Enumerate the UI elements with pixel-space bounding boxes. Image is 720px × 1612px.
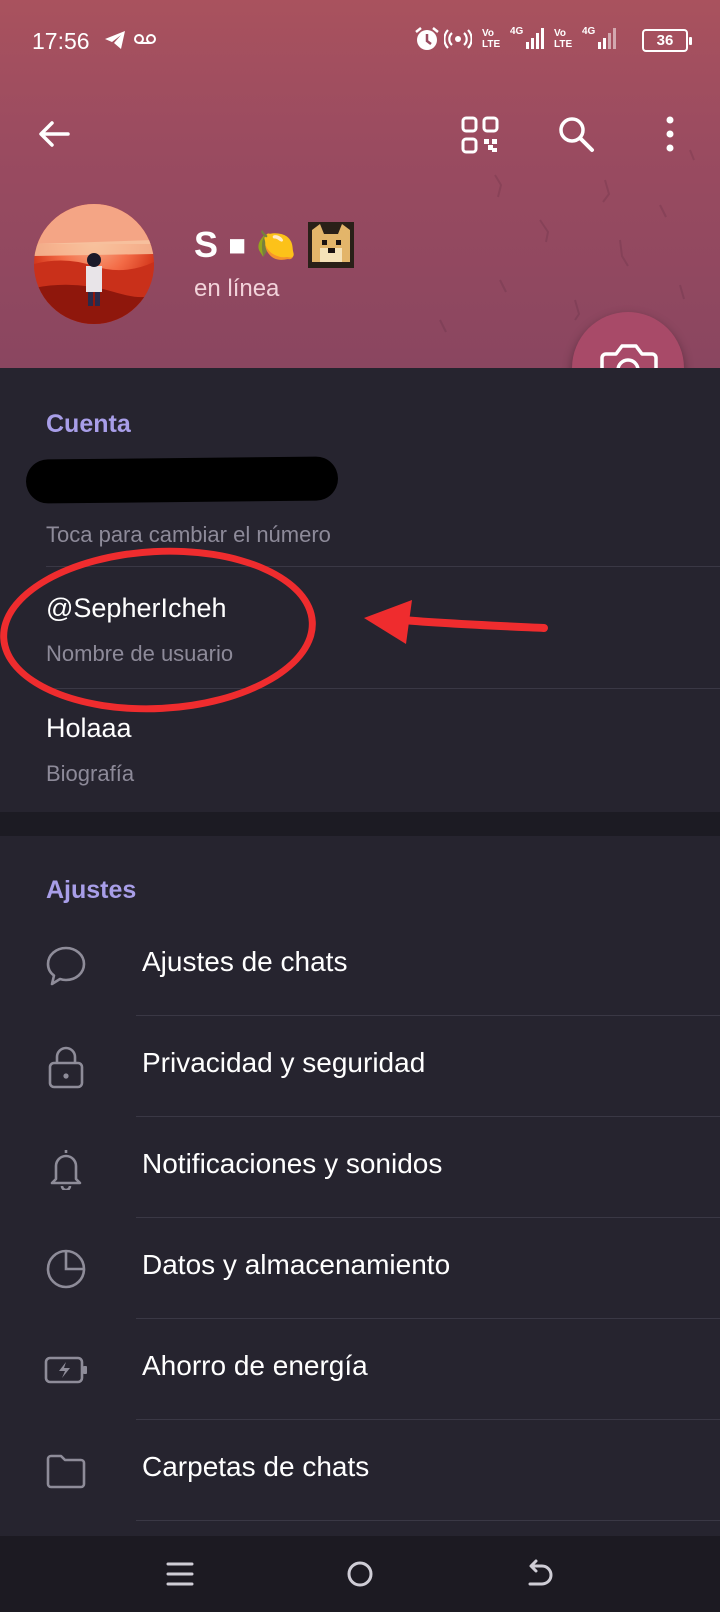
settings-item-notifications[interactable]: Notificaciones y sonidos	[0, 1116, 720, 1217]
menu-icon[interactable]	[166, 1560, 194, 1588]
settings-item-privacy[interactable]: Privacidad y seguridad	[0, 1015, 720, 1116]
settings-item-chats[interactable]: Ajustes de chats	[0, 914, 720, 1015]
divider	[136, 1520, 720, 1521]
profile-status: en línea	[194, 275, 280, 302]
settings-item-power[interactable]: Ahorro de energía	[0, 1318, 720, 1419]
battery-cap	[689, 37, 692, 45]
battery-level: 36	[656, 32, 674, 49]
status-bar: 17:56 Vo LTE 4G Vo LTE 4G 36	[0, 0, 720, 80]
redacted-phone	[25, 456, 339, 504]
settings-item-data[interactable]: Datos y almacenamiento	[0, 1217, 720, 1318]
battery-icon: 36	[642, 29, 688, 52]
pie-chart-icon	[46, 1249, 86, 1289]
back-icon[interactable]	[524, 1558, 556, 1590]
profile-name: S ◼ 🍋	[194, 220, 356, 270]
status-time: 17:56	[32, 28, 90, 54]
settings-item-label: Ajustes de chats	[142, 946, 348, 977]
bio-hint: Biografía	[46, 761, 135, 786]
home-icon[interactable]	[344, 1558, 376, 1590]
qr-code-icon[interactable]	[460, 115, 500, 155]
signal-icon-2	[598, 28, 616, 49]
settings-header: Ajustes	[46, 876, 137, 904]
folder-icon	[46, 1454, 86, 1489]
section-divider	[0, 812, 720, 836]
settings-item-folders[interactable]: Carpetas de chats	[0, 1419, 720, 1520]
account-header: Cuenta	[46, 410, 131, 438]
profile-emoji-lemon: 🍋	[256, 227, 297, 263]
avatar-image	[34, 204, 154, 324]
settings-item-label: Datos y almacenamiento	[142, 1249, 451, 1280]
annotation-arrow-icon	[364, 600, 548, 644]
back-arrow-icon[interactable]	[36, 116, 72, 152]
profile-emoji-square: ◼	[228, 232, 247, 257]
profile-name-text: S	[194, 224, 219, 265]
system-nav-bar	[0, 1536, 720, 1612]
lock-icon	[48, 1046, 84, 1089]
signal-icon	[526, 28, 544, 49]
chat-bubble-icon	[46, 946, 86, 986]
more-vert-icon[interactable]	[662, 114, 678, 154]
settings-item-label: Ahorro de energía	[142, 1350, 368, 1381]
alarm-icon	[415, 27, 439, 50]
settings-item-label: Privacidad y seguridad	[142, 1047, 426, 1078]
settings-item-label: Notificaciones y sonidos	[142, 1148, 443, 1179]
doge-emoji-icon	[308, 222, 355, 268]
bell-icon	[50, 1150, 82, 1190]
hotspot-icon	[444, 29, 472, 49]
volte-1-label: Vo LTE	[482, 28, 501, 50]
avatar[interactable]	[34, 204, 154, 324]
bio-value: Holaaa	[46, 713, 132, 743]
phone-row[interactable]: Toca para cambiar el número	[0, 440, 720, 566]
voicemail-icon	[134, 34, 156, 44]
volte-2-label: Vo LTE	[554, 28, 573, 50]
search-icon[interactable]	[556, 114, 596, 154]
settings-item-label: Carpetas de chats	[142, 1451, 370, 1482]
battery-charge-icon	[44, 1356, 87, 1384]
telegram-icon	[105, 31, 125, 49]
profile-screen: { "status_bar": { "time": "17:56", "volt…	[0, 0, 720, 1612]
phone-hint: Toca para cambiar el número	[46, 522, 331, 547]
